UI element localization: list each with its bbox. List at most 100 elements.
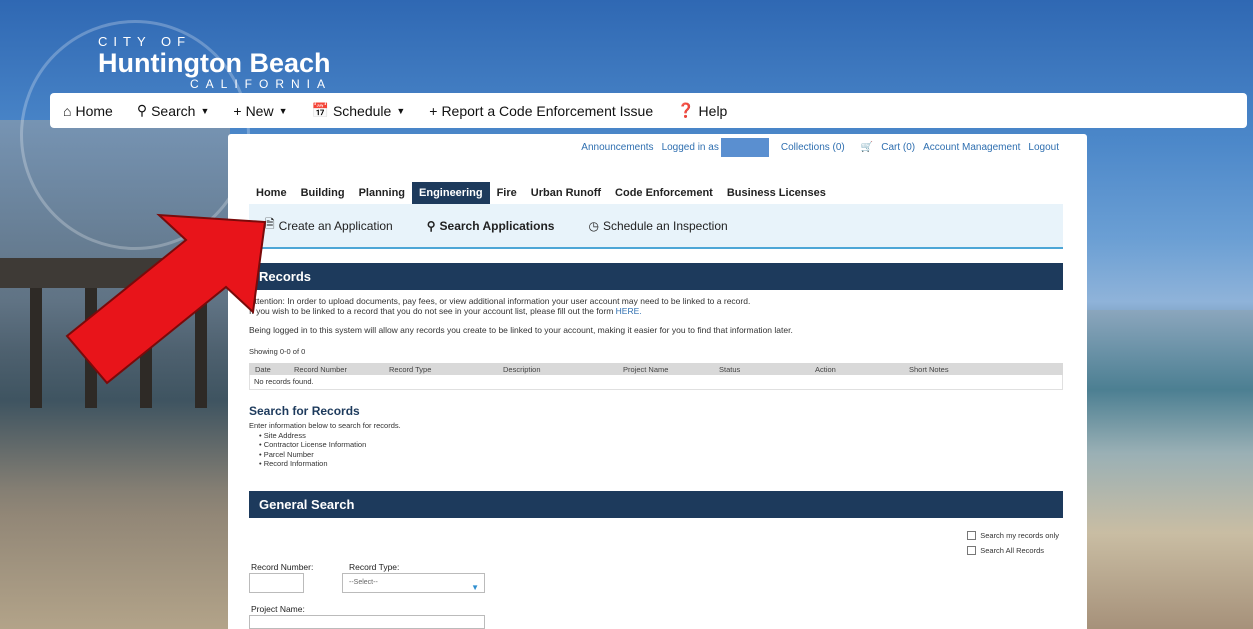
account-management-link[interactable]: Account Management [923, 142, 1020, 153]
records-header: Records [249, 263, 1063, 290]
record-type-value: --Select-- [349, 579, 378, 586]
search-applications-label: Search Applications [439, 218, 555, 233]
file-plus-icon: 🗎 [265, 217, 275, 231]
logged-in-benefit-text: Being logged in to this system will allo… [249, 325, 793, 335]
help-icon: ❓ [677, 102, 695, 118]
col-record-number[interactable]: Record Number [285, 365, 383, 374]
checkbox-box[interactable] [967, 531, 977, 540]
table-row: No records found. [249, 375, 1063, 390]
col-project-name[interactable]: Project Name [623, 365, 719, 374]
pier-deck [0, 258, 230, 288]
engineering-subtabs: 🗎 Create an Application ⚲ Search Applica… [249, 204, 1063, 249]
schedule-inspection-label: Schedule an Inspection [602, 218, 728, 233]
collections-link[interactable]: Collections (0) [781, 142, 845, 153]
search-scope-options: Search my records only Search All Record… [967, 531, 1059, 561]
create-application-label: Create an Application [278, 218, 393, 233]
chevron-down-icon: ▼ [278, 105, 288, 116]
search-icon: ⚲ [426, 218, 436, 233]
project-name-input[interactable] [249, 615, 485, 629]
nav-new[interactable]: + New ▼ [233, 103, 287, 119]
nav-help[interactable]: ❓ Help [677, 102, 727, 119]
plus-icon: + [233, 102, 242, 119]
project-name-label: Project Name: [251, 604, 305, 614]
record-number-input[interactable] [249, 573, 304, 593]
tab-fire[interactable]: Fire [490, 182, 524, 204]
announcements-link[interactable]: Announcements [581, 142, 653, 153]
calendar-icon: 📅 [311, 102, 329, 118]
module-tabs: Home Building Planning Engineering Fire … [249, 182, 833, 209]
col-record-type[interactable]: Record Type [383, 365, 503, 374]
here-link[interactable]: HERE. [616, 306, 642, 316]
tab-home[interactable]: Home [249, 182, 294, 204]
cart-label: Cart (0) [881, 142, 916, 153]
create-application-link[interactable]: 🗎 Create an Application [265, 215, 393, 236]
nav-new-label: New [245, 102, 274, 119]
list-item: • Site Address [259, 430, 306, 440]
schedule-inspection-link[interactable]: ◷ Schedule an Inspection [588, 219, 727, 233]
nav-help-label: Help [698, 102, 728, 119]
tab-engineering[interactable]: Engineering [412, 182, 490, 209]
record-type-select[interactable]: --Select-- ▼ [342, 573, 485, 593]
col-status[interactable]: Status [719, 365, 815, 374]
tab-business-licenses[interactable]: Business Licenses [720, 182, 833, 204]
search-applications-link[interactable]: ⚲ Search Applications [427, 219, 555, 233]
list-item: • Record Information [259, 459, 328, 468]
search-all-records-label: Search All Records [980, 546, 1044, 555]
chevron-down-icon: ▼ [200, 105, 210, 116]
records-count: Showing 0-0 of 0 [249, 347, 306, 356]
search-my-records-label: Search my records only [980, 531, 1059, 540]
list-item: • Contractor License Information [259, 440, 367, 449]
top-navigation: ⌂ Home ⚲ Search ▼ + New ▼ 📅 Schedule ▼ +… [50, 93, 1247, 128]
tab-building[interactable]: Building [294, 182, 352, 204]
home-icon: ⌂ [63, 102, 72, 119]
search-intro: Enter information below to search for re… [249, 421, 401, 430]
record-number-label: Record Number: [251, 562, 314, 572]
nav-home-label: Home [75, 102, 113, 119]
search-all-records-checkbox[interactable]: Search All Records [967, 546, 1059, 555]
logo-city-of: CITY OF [98, 34, 192, 49]
search-icon: ⚲ [136, 102, 148, 118]
table-header: Date Record Number Record Type Descripti… [249, 363, 1063, 375]
tab-planning[interactable]: Planning [352, 182, 412, 204]
checkbox-box[interactable] [967, 546, 977, 555]
city-logo[interactable]: CITY OF Huntington Beach CALIFORNIA [98, 34, 332, 91]
nav-schedule-label: Schedule [332, 102, 392, 119]
background-photo-right [1083, 310, 1253, 629]
record-type-label: Record Type: [349, 562, 400, 572]
search-my-records-checkbox[interactable]: Search my records only [967, 531, 1059, 540]
redacted-username [720, 138, 769, 157]
pier-leg [140, 288, 152, 408]
logout-link[interactable]: Logout [1028, 142, 1059, 153]
col-date[interactable]: Date [249, 365, 285, 374]
link-request-line: If you wish to be linked to a record tha… [249, 306, 614, 316]
logo-name: Huntington Beach [98, 48, 331, 78]
records-table: Date Record Number Record Type Descripti… [249, 363, 1063, 390]
main-panel: Announcements Logged in as Collections (… [228, 134, 1087, 629]
plus-icon: + [429, 102, 438, 119]
col-short-notes[interactable]: Short Notes [909, 365, 1019, 374]
col-action[interactable]: Action [815, 365, 909, 374]
cart-icon: 🛒 [860, 142, 874, 153]
list-item: • Parcel Number [259, 449, 314, 459]
nav-search-label: Search [151, 102, 196, 119]
chevron-down-icon: ▼ [471, 583, 479, 592]
utility-bar: Announcements Logged in as Collections (… [573, 138, 1059, 157]
pier-leg [195, 288, 207, 408]
tab-urban-runoff[interactable]: Urban Runoff [524, 182, 608, 204]
general-search-header: General Search [249, 491, 1063, 518]
nav-report-label: Report a Code Enforcement Issue [441, 102, 654, 119]
search-for-records-list: Enter information below to search for re… [249, 421, 401, 469]
nav-schedule[interactable]: 📅 Schedule ▼ [312, 102, 406, 119]
pier-leg [30, 288, 42, 408]
nav-search[interactable]: ⚲ Search ▼ [137, 102, 210, 119]
nav-report-code-enforcement[interactable]: + Report a Code Enforcement Issue [429, 103, 653, 119]
col-description[interactable]: Description [503, 365, 623, 374]
attention-text: Attention: In order to upload documents,… [249, 296, 751, 306]
cart-link[interactable]: 🛒 Cart (0) [853, 142, 915, 153]
pier-leg [85, 288, 97, 408]
tab-code-enforcement[interactable]: Code Enforcement [608, 182, 720, 204]
clock-icon: ◷ [588, 218, 599, 233]
logged-in-label: Logged in as [661, 142, 719, 153]
search-for-records-title: Search for Records [249, 404, 360, 418]
nav-home[interactable]: ⌂ Home [63, 103, 113, 119]
